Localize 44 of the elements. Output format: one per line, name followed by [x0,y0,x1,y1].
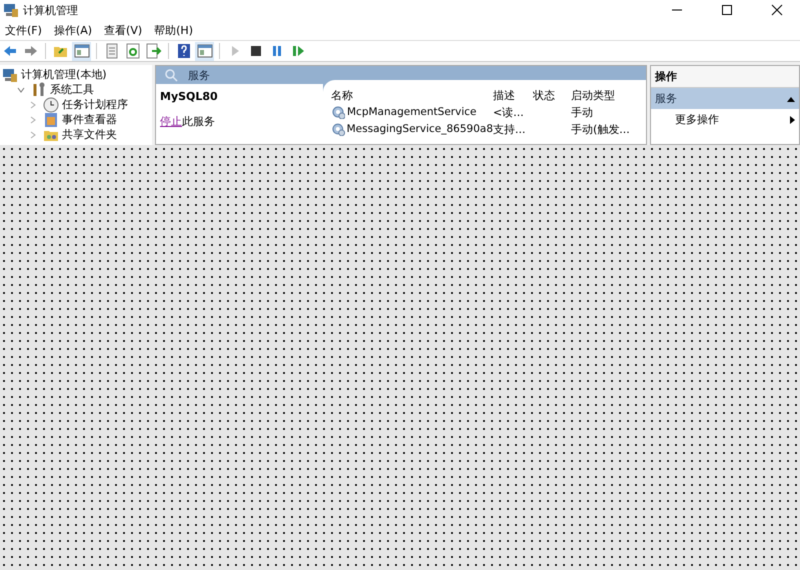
search-icon [164,68,178,82]
table-cell-text: <读... [493,105,525,119]
submenu-arrow-icon [790,116,795,124]
column-header[interactable]: 启动类型 [571,88,641,102]
tree-item[interactable]: 任务计划程序 [62,97,128,112]
collapsed-chevron-icon[interactable] [29,116,37,124]
clock-icon [43,96,59,112]
column-header[interactable]: 状态 [533,88,571,102]
menu-item[interactable]: 操作(A) [54,22,92,38]
table-cell-text: 手动 [571,105,594,119]
service-name: MySQL80 [159,89,219,105]
collapse-icon[interactable] [787,96,795,102]
window-title: 计算机管理 [23,2,78,18]
viewer-icon [43,112,59,128]
window-icon[interactable] [72,42,91,60]
computer-icon [3,2,19,18]
action-item[interactable]: 更多操作 [675,112,790,127]
column-header[interactable]: 名称 [331,88,493,102]
service-name-text: MessagingService_86590a8 [346,123,493,135]
tree-item[interactable]: 计算机管理(本地) [21,67,107,82]
section-header[interactable]: 服务 [651,88,799,109]
actions-title: 操作 [651,66,799,88]
menu-item[interactable]: 帮助(H) [154,22,193,38]
action-text: 此服务 [182,115,215,128]
expanded-chevron-icon[interactable] [17,86,25,94]
tools-icon [31,82,47,98]
table-cell-text: 支持... [493,122,526,136]
stop-link[interactable]: 停止 [160,115,182,128]
tree-item[interactable]: 系统工具 [50,82,94,97]
column-header[interactable]: 描述 [493,88,533,102]
export-icon[interactable] [144,42,163,60]
panel-title: 服务 [188,68,210,82]
service-name-text: McpManagementService [347,106,476,118]
collapsed-chevron-icon[interactable] [29,100,37,108]
gears-icon [331,122,345,136]
window-icon[interactable] [195,42,214,60]
collapsed-chevron-icon[interactable] [29,130,37,138]
table-cell-text: 手动(触发... [571,122,631,136]
computer-icon [2,66,18,82]
gears-icon [331,105,345,119]
menu-item[interactable]: 文件(F) [5,22,42,38]
tree-item[interactable]: 事件查看器 [62,112,117,127]
menu-item[interactable]: 查看(V) [104,22,142,38]
tree-item[interactable]: 共享文件夹 [62,127,117,142]
